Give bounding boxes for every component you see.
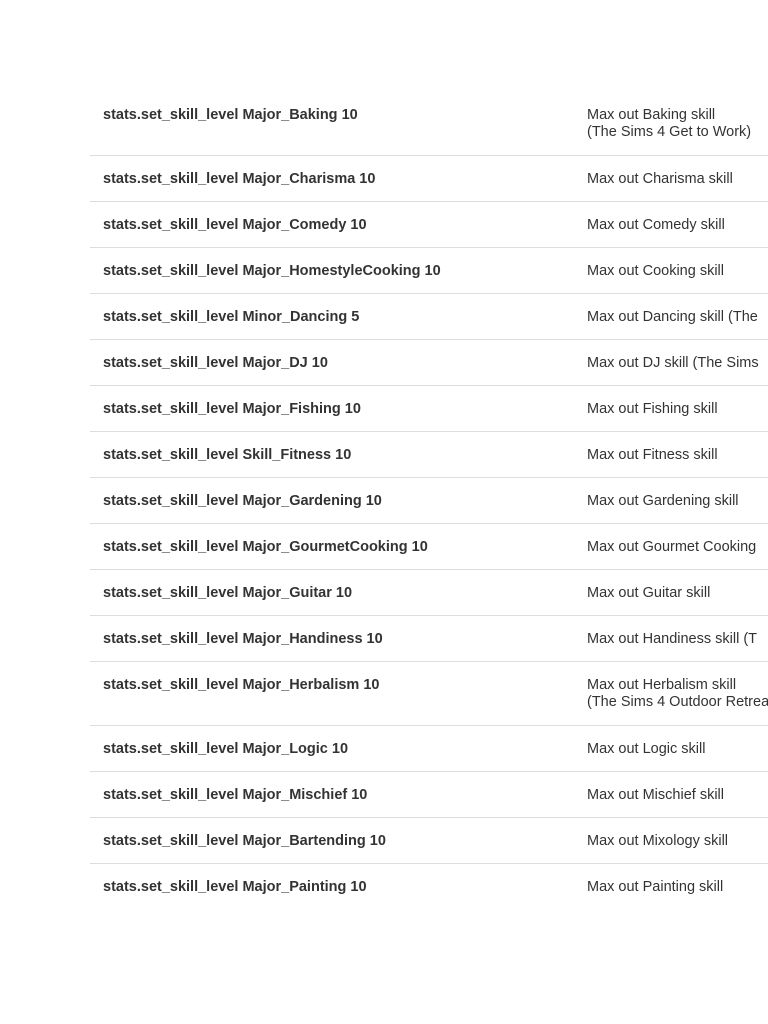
cheat-command: stats.set_skill_level Major_Mischief 10 bbox=[103, 787, 368, 803]
table-row: stats.set_skill_level Major_HomestyleCoo… bbox=[90, 248, 768, 294]
table-row: stats.set_skill_level Major_Gardening 10… bbox=[90, 478, 768, 524]
table-row: stats.set_skill_level Major_Charisma 10 … bbox=[90, 156, 768, 202]
cheat-command: stats.set_skill_level Minor_Dancing 5 bbox=[103, 309, 360, 325]
cheat-description: Max out Cooking skill bbox=[587, 263, 724, 279]
cheat-command: stats.set_skill_level Major_HomestyleCoo… bbox=[103, 263, 441, 279]
cheat-command: stats.set_skill_level Major_Guitar 10 bbox=[103, 585, 353, 601]
cheat-description: Max out Fishing skill bbox=[587, 401, 718, 417]
cheat-description: Max out Painting skill bbox=[587, 879, 724, 895]
cheat-description: Max out Baking skill (The Sims 4 Get to … bbox=[587, 107, 768, 141]
cheat-command: stats.set_skill_level Major_Handiness 10 bbox=[103, 631, 383, 647]
cheat-description-line1: Max out Herbalism skill bbox=[587, 677, 737, 693]
table-row: stats.set_skill_level Major_Bartending 1… bbox=[90, 818, 768, 864]
table-row: stats.set_skill_level Skill_Fitness 10 M… bbox=[90, 432, 768, 478]
cheat-description: Max out Mischief skill bbox=[587, 787, 724, 803]
cheat-command: stats.set_skill_level Major_GourmetCooki… bbox=[103, 539, 428, 555]
cheat-description: Max out Dancing skill (The bbox=[587, 309, 758, 325]
cheat-description: Max out DJ skill (The Sims bbox=[587, 355, 759, 371]
table-row: stats.set_skill_level Major_Fishing 10 M… bbox=[90, 386, 768, 432]
cheat-description: Max out Guitar skill bbox=[587, 585, 711, 601]
cheat-description: Max out Logic skill bbox=[587, 741, 706, 757]
table-row: stats.set_skill_level Major_Comedy 10 Ma… bbox=[90, 202, 768, 248]
table-row: stats.set_skill_level Major_GourmetCooki… bbox=[90, 524, 768, 570]
cheat-description: Max out Fitness skill bbox=[587, 447, 718, 463]
table-row: stats.set_skill_level Major_Baking 10 Ma… bbox=[90, 92, 768, 156]
table-row: stats.set_skill_level Major_Painting 10 … bbox=[90, 864, 768, 910]
table-row: stats.set_skill_level Major_Guitar 10 Ma… bbox=[90, 570, 768, 616]
cheat-command: stats.set_skill_level Major_DJ 10 bbox=[103, 355, 328, 371]
cheat-command: stats.set_skill_level Major_Bartending 1… bbox=[103, 833, 386, 849]
table-row: stats.set_skill_level Major_Logic 10 Max… bbox=[90, 726, 768, 772]
cheats-table: stats.set_skill_level Major_Baking 10 Ma… bbox=[90, 92, 768, 910]
cheat-command: stats.set_skill_level Major_Comedy 10 bbox=[103, 217, 367, 233]
cheat-description: Max out Gardening skill bbox=[587, 493, 739, 509]
table-row: stats.set_skill_level Major_Herbalism 10… bbox=[90, 662, 768, 726]
cheat-description-line1: Max out Baking skill bbox=[587, 107, 716, 123]
cheat-command: stats.set_skill_level Major_Charisma 10 bbox=[103, 171, 376, 187]
cheat-description: Max out Mixology skill bbox=[587, 833, 729, 849]
cheat-command: stats.set_skill_level Major_Logic 10 bbox=[103, 741, 349, 757]
cheat-command: stats.set_skill_level Major_Fishing 10 bbox=[103, 401, 361, 417]
cheat-description-line2: (The Sims 4 Get to Work) bbox=[587, 124, 752, 140]
cheat-description: Max out Herbalism skill (The Sims 4 Outd… bbox=[587, 677, 768, 711]
cheat-description: Max out Charisma skill bbox=[587, 171, 733, 187]
cheat-description: Max out Comedy skill bbox=[587, 217, 725, 233]
table-row: stats.set_skill_level Major_DJ 10 Max ou… bbox=[90, 340, 768, 386]
cheat-command: stats.set_skill_level Skill_Fitness 10 bbox=[103, 447, 352, 463]
cheat-command: stats.set_skill_level Major_Baking 10 bbox=[103, 107, 358, 123]
cheat-command: stats.set_skill_level Major_Gardening 10 bbox=[103, 493, 382, 509]
cheat-description: Max out Gourmet Cooking bbox=[587, 539, 757, 555]
cheat-command: stats.set_skill_level Major_Herbalism 10 bbox=[103, 677, 380, 693]
cheat-command: stats.set_skill_level Major_Painting 10 bbox=[103, 879, 367, 895]
cheat-description-line2: (The Sims 4 Outdoor Retreat) bbox=[587, 694, 768, 710]
cheat-description: Max out Handiness skill (T bbox=[587, 631, 758, 647]
table-row: stats.set_skill_level Major_Mischief 10 … bbox=[90, 772, 768, 818]
table-row: stats.set_skill_level Major_Handiness 10… bbox=[90, 616, 768, 662]
table-row: stats.set_skill_level Minor_Dancing 5 Ma… bbox=[90, 294, 768, 340]
